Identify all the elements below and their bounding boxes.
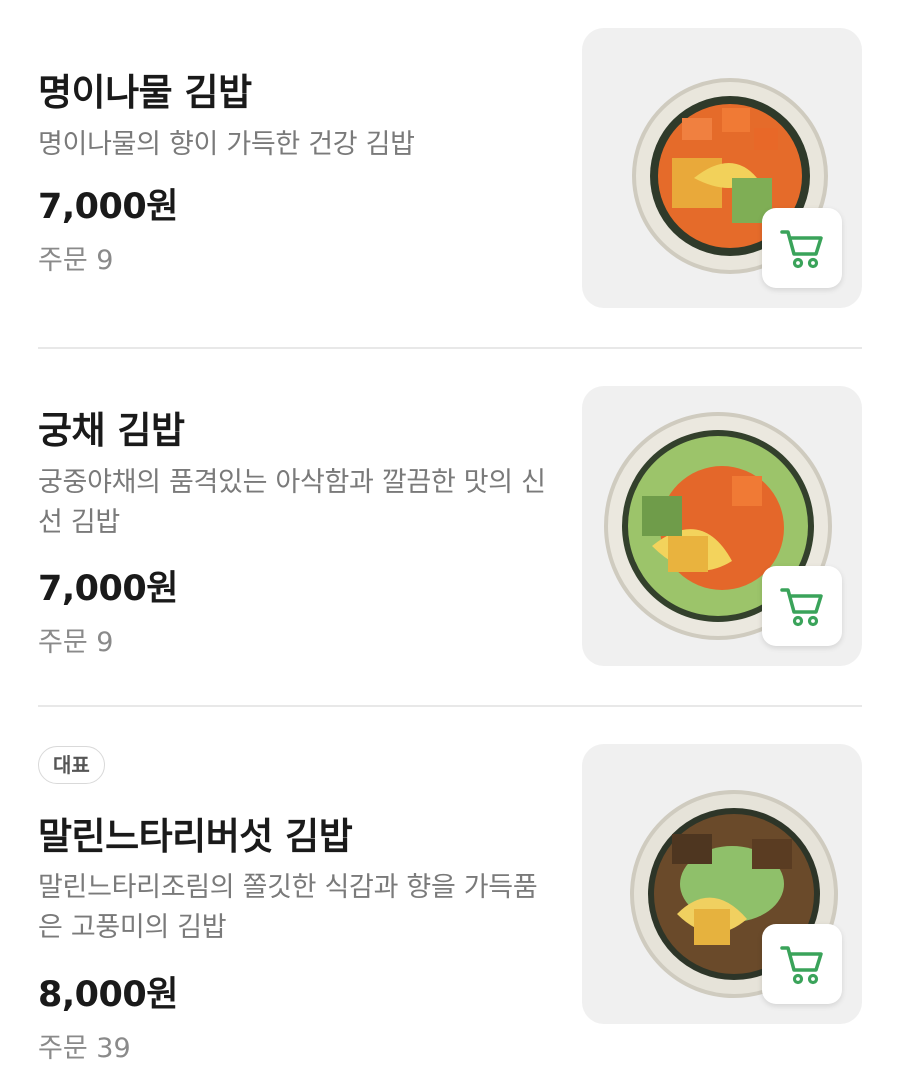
item-title: 궁채 김밥 (38, 409, 185, 452)
item-title: 명이나물 김밥 (38, 71, 252, 114)
add-to-cart-button[interactable] (762, 566, 842, 646)
menu-item[interactable]: 대표 말린느타리버섯 김밥 말린느타리조림의 쫄깃한 식감과 향을 가득품은 고… (0, 706, 900, 1085)
item-description: 명이나물의 향이 가득한 건강 김밥 (38, 129, 415, 160)
item-price: 8,000원 (38, 975, 178, 1015)
item-price: 7,000원 (38, 569, 178, 609)
item-description: 말린느타리조림의 쫄깃한 식감과 향을 가득품은 고풍미의 김밥 (38, 872, 538, 943)
item-order-count: 주문 9 (38, 245, 114, 276)
shopping-cart-icon (780, 588, 823, 627)
item-title: 말린느타리버섯 김밥 (38, 815, 353, 858)
signature-badge: 대표 (38, 746, 105, 784)
add-to-cart-button[interactable] (762, 924, 842, 1004)
item-order-count: 주문 9 (38, 627, 114, 658)
add-to-cart-button[interactable] (762, 208, 842, 288)
item-order-count: 주문 39 (38, 1033, 131, 1064)
item-image[interactable] (582, 386, 862, 666)
shopping-cart-icon (780, 946, 823, 985)
item-image[interactable] (582, 28, 862, 308)
item-description: 궁중야채의 품격있는 아삭함과 깔끔한 맛의 신선 김밥 (38, 467, 546, 538)
item-price: 7,000원 (38, 187, 178, 227)
shopping-cart-icon (780, 230, 823, 269)
menu-item[interactable]: 명이나물 김밥 명이나물의 향이 가득한 건강 김밥 7,000원 주문 9 (0, 0, 900, 348)
menu-item[interactable]: 궁채 김밥 궁중야채의 품격있는 아삭함과 깔끔한 맛의 신선 김밥 7,000… (0, 348, 900, 706)
item-image[interactable] (582, 744, 862, 1024)
